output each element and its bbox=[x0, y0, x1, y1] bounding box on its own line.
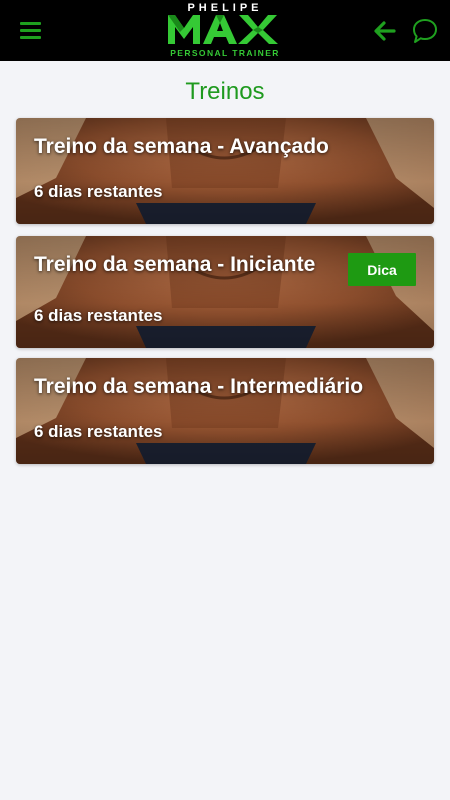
app-header: PHELIPE PERSONAL TRAINER bbox=[0, 0, 450, 61]
workout-title: Treino da semana - Intermediário bbox=[34, 375, 364, 398]
workout-remaining: 6 dias restantes bbox=[34, 182, 163, 201]
logo-bottom-text: PERSONAL TRAINER bbox=[170, 48, 280, 58]
workout-card-intermediate[interactable]: Treino da semana - Intermediário 6 dias … bbox=[16, 358, 434, 464]
workout-card-beginner[interactable]: Treino da semana - Iniciante 6 dias rest… bbox=[16, 236, 434, 348]
hamburger-menu-icon[interactable] bbox=[18, 17, 44, 43]
workout-photo bbox=[16, 358, 434, 464]
workout-photo bbox=[16, 118, 434, 224]
back-arrow-icon[interactable] bbox=[372, 18, 398, 44]
workout-title: Treino da semana - Iniciante bbox=[34, 253, 316, 276]
page-title: Treinos bbox=[185, 78, 265, 105]
brand-logo: PHELIPE PERSONAL TRAINER bbox=[162, 0, 288, 61]
workout-remaining: 6 dias restantes bbox=[34, 422, 163, 441]
workout-card-advanced[interactable]: Treino da semana - Avançado 6 dias resta… bbox=[16, 118, 434, 224]
logo-max-wordmark bbox=[168, 15, 278, 44]
workout-title: Treino da semana - Avançado bbox=[34, 135, 329, 158]
chat-bubble-icon[interactable] bbox=[411, 17, 439, 45]
workout-remaining: 6 dias restantes bbox=[34, 306, 163, 325]
tip-button[interactable]: Dica bbox=[348, 253, 416, 286]
